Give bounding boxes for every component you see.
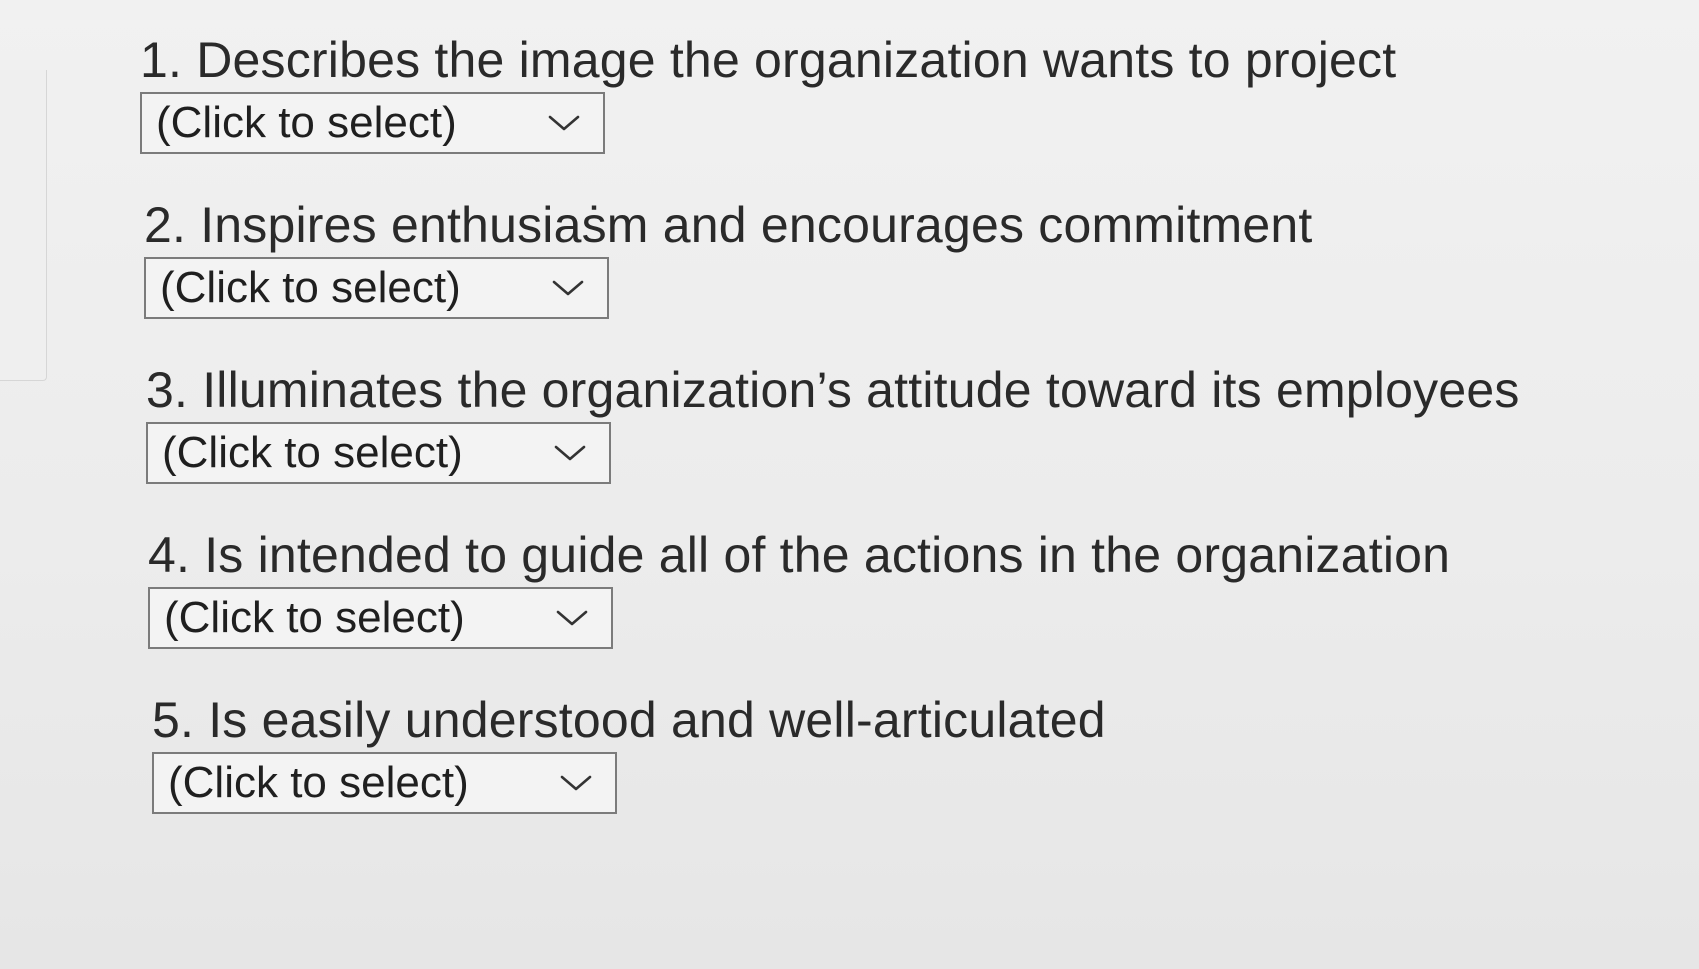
question-3-select-value: (Click to select) bbox=[162, 428, 463, 477]
question-1-text: 1. Describes the image the organization … bbox=[140, 32, 1397, 88]
question-5-select-value: (Click to select) bbox=[168, 758, 469, 807]
question-4: 4. Is intended to guide all of the actio… bbox=[148, 523, 1680, 649]
chevron-down-icon bbox=[552, 280, 584, 296]
question-2-text: 2. Inspires enthusiaṡm and encourages co… bbox=[144, 197, 1313, 253]
question-3-text: 3. Illuminates the organization’s attitu… bbox=[146, 362, 1520, 418]
question-1-select[interactable]: (Click to select) bbox=[140, 92, 605, 154]
side-panel bbox=[0, 70, 47, 381]
chevron-down-icon bbox=[560, 775, 592, 791]
question-3-select[interactable]: (Click to select) bbox=[146, 422, 611, 484]
question-1-select-value: (Click to select) bbox=[156, 98, 457, 147]
chevron-down-icon bbox=[554, 445, 586, 461]
question-3: 3. Illuminates the organization’s attitu… bbox=[146, 358, 1680, 484]
chevron-down-icon bbox=[548, 115, 580, 131]
question-5-text: 5. Is easily understood and well-articul… bbox=[152, 692, 1106, 748]
question-2: 2. Inspires enthusiaṡm and encourages co… bbox=[144, 193, 1680, 319]
question-4-select-value: (Click to select) bbox=[164, 593, 465, 642]
question-2-select[interactable]: (Click to select) bbox=[144, 257, 609, 319]
question-list: 1. Describes the image the organization … bbox=[140, 28, 1680, 814]
question-1: 1. Describes the image the organization … bbox=[140, 28, 1680, 154]
question-4-select[interactable]: (Click to select) bbox=[148, 587, 613, 649]
question-2-select-value: (Click to select) bbox=[160, 263, 461, 312]
chevron-down-icon bbox=[556, 610, 588, 626]
question-5: 5. Is easily understood and well-articul… bbox=[152, 688, 1680, 814]
question-4-text: 4. Is intended to guide all of the actio… bbox=[148, 527, 1451, 583]
question-5-select[interactable]: (Click to select) bbox=[152, 752, 617, 814]
